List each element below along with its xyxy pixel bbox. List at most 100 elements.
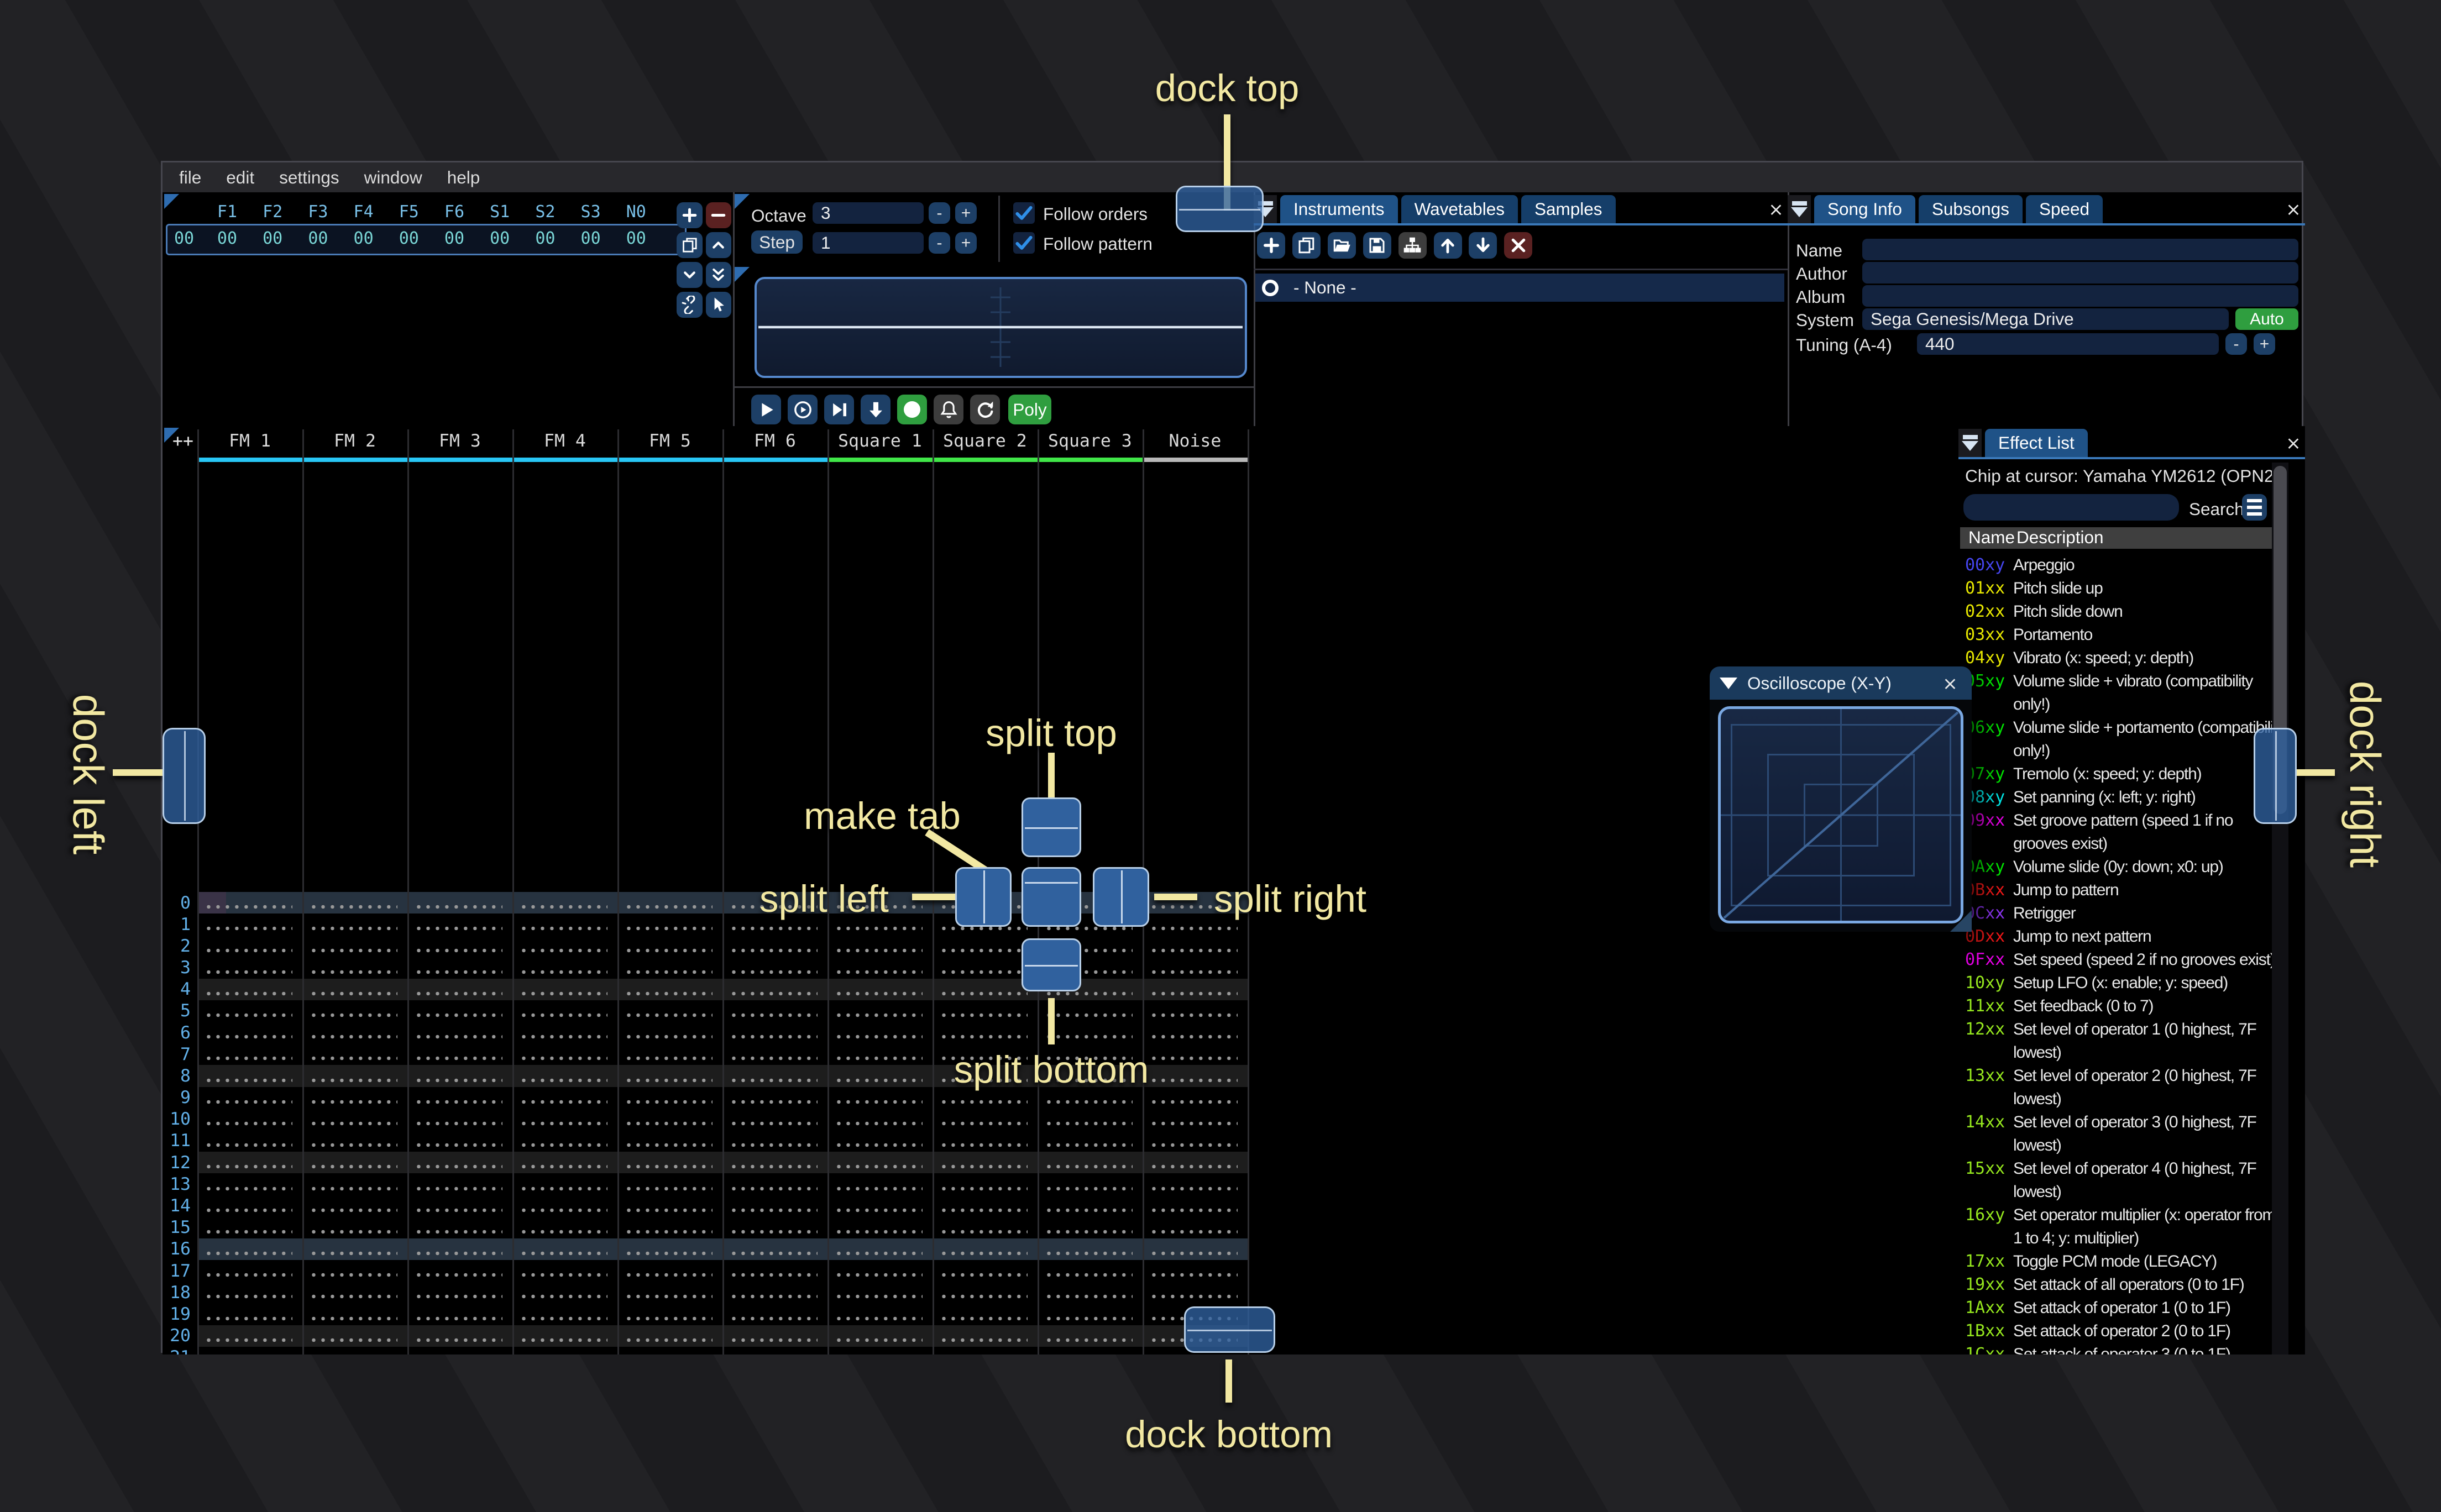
tab-instruments[interactable]: Instruments [1280,195,1398,223]
effect-row[interactable]: 08xy Set panning (x: left; y: right) [1965,786,2283,809]
effect-row[interactable]: 05xy Volume slide + vibrato (compatibilit… [1965,670,2283,716]
channel-header-fm-3[interactable]: FM 3 [407,431,512,451]
effect-row[interactable]: 1Cxx Set attack of operator 3 (0 to 1F) [1965,1343,2283,1355]
dock-left-target[interactable] [163,728,206,824]
oscilloscope-mini[interactable] [755,277,1247,378]
collapse-icon[interactable] [1720,677,1737,689]
effect-row[interactable]: 13xx Set level of operator 2 (0 highest, … [1965,1064,2283,1111]
make-tab-target[interactable] [1022,867,1081,927]
effect-row[interactable]: 14xx Set level of operator 3 (0 highest, … [1965,1111,2283,1157]
save-instrument-button[interactable] [1363,232,1391,259]
resize-grip[interactable] [1950,910,1972,932]
menu-help[interactable]: help [447,167,480,188]
channel-header-fm-4[interactable]: FM 4 [512,431,617,451]
channel-header-square-2[interactable]: Square 2 [933,431,1038,451]
effect-row[interactable]: 06xy Volume slide + portamento (compatibi… [1965,716,2286,763]
order-cell[interactable]: 00 [432,229,477,248]
play-button[interactable] [751,395,781,424]
effect-row[interactable]: 10xy Setup LFO (x: enable; y: speed) [1965,972,2283,995]
pattern-expand-button[interactable]: ++ [172,431,193,451]
order-row-number[interactable]: 00 [169,229,199,248]
tuning-plus-button[interactable]: + [2254,333,2275,355]
collapse-icon[interactable] [1788,195,1811,223]
tuning-minus-button[interactable]: - [2225,333,2247,355]
order-cell[interactable]: 00 [386,229,432,248]
order-cell[interactable]: 00 [250,229,295,248]
step-minus-button[interactable]: - [929,232,950,254]
edit-record-toggle-button[interactable] [897,395,927,424]
move-instrument-down-button[interactable] [1469,232,1497,259]
tab-subsongs[interactable]: Subsongs [1918,195,2023,223]
channel-header-fm-5[interactable]: FM 5 [617,431,722,451]
polyphony-toggle[interactable]: Poly [1008,395,1051,424]
order-cell[interactable]: 00 [614,229,659,248]
scrollbar[interactable] [2272,463,2288,1355]
step-button[interactable]: Step [751,230,803,254]
order-cell[interactable]: 00 [522,229,568,248]
author-field[interactable] [1862,262,2298,284]
oscilloscope-xy-titlebar[interactable]: Oscilloscope (X-Y) × [1710,666,1972,700]
tab-wavetables[interactable]: Wavetables [1401,195,1518,223]
close-icon[interactable]: × [2282,195,2305,223]
effect-row[interactable]: 1Bxx Set attack of operator 2 (0 to 1F) [1965,1320,2283,1343]
follow-pattern-checkbox[interactable] [1013,232,1035,254]
step-input[interactable]: 1 [813,232,924,254]
order-cell[interactable]: 00 [205,229,250,248]
split-right-target[interactable] [1093,867,1149,927]
collapse-icon[interactable] [1958,429,1982,457]
move-order-down-button[interactable] [677,262,703,288]
octave-input[interactable]: 3 [813,202,924,224]
tab-effect-list[interactable]: Effect List [1985,429,2088,457]
effect-row[interactable]: 02xx Pitch slide down [1965,600,2283,623]
close-icon[interactable]: × [2282,429,2305,457]
close-icon[interactable]: × [1764,195,1788,223]
delete-instrument-button[interactable] [1504,232,1533,259]
dock-top-target[interactable] [1176,186,1264,232]
effect-row[interactable]: 0Cxx Retrigger [1965,902,2283,925]
dock-bottom-target[interactable] [1184,1306,1275,1353]
oscilloscope-xy-window[interactable]: Oscilloscope (X-Y) × [1710,666,1972,932]
play-from-cursor-button[interactable] [824,395,854,424]
tab-speed[interactable]: Speed [2025,195,2103,223]
hamburger-menu-icon[interactable] [2242,494,2267,521]
effect-row[interactable]: 01xx Pitch slide up [1965,577,2283,600]
duplicate-order-end-button[interactable] [705,262,731,288]
effect-row[interactable]: 0Dxx Jump to next pattern [1965,925,2283,948]
panel-separator[interactable] [733,192,735,426]
change-all-orders-button[interactable] [677,292,703,318]
effect-row[interactable]: 11xx Set feedback (0 to 7) [1965,995,2283,1018]
tuning-field[interactable]: 440 [1917,333,2219,355]
close-icon[interactable]: × [1939,669,1962,697]
instrument-list-item[interactable]: - None - [1255,274,1784,302]
channel-header-square-1[interactable]: Square 1 [827,431,933,451]
effect-row[interactable]: 0Fxx Set speed (speed 2 if no grooves exi… [1965,948,2283,972]
effect-row[interactable]: 1Axx Set attack of operator 1 (0 to 1F) [1965,1296,2283,1320]
effect-row[interactable]: 0Axy Volume slide (0y: down; x0: up) [1965,855,2283,879]
effect-row[interactable]: 12xx Set level of operator 1 (0 highest, … [1965,1018,2283,1064]
follow-orders-checkbox[interactable] [1013,202,1035,224]
dock-right-target[interactable] [2254,728,2297,824]
order-cell[interactable]: 00 [477,229,522,248]
split-left-target[interactable] [955,867,1012,927]
menu-file[interactable]: file [179,167,201,188]
effect-row[interactable]: 15xx Set level of operator 4 (0 highest, … [1965,1157,2283,1204]
toggle-folders-button[interactable] [1398,232,1427,259]
order-cell[interactable]: 00 [295,229,341,248]
effect-row[interactable]: 04xy Vibrato (x: speed; y: depth) [1965,647,2283,670]
system-auto-button[interactable]: Auto [2235,308,2298,330]
effect-row[interactable]: 07xy Tremolo (x: speed; y: depth) [1965,763,2283,786]
step-plus-button[interactable]: + [955,232,977,254]
order-cell[interactable]: 00 [341,229,386,248]
channel-header-fm-6[interactable]: FM 6 [722,431,827,451]
effect-row[interactable]: 03xx Portamento [1965,623,2283,647]
duplicate-order-button[interactable] [677,232,703,258]
duplicate-instrument-button[interactable] [1292,232,1321,259]
add-instrument-button[interactable] [1257,232,1285,259]
split-bottom-target[interactable] [1022,938,1081,991]
octave-minus-button[interactable]: - [929,202,950,224]
tab-song-info[interactable]: Song Info [1814,195,1915,223]
effect-row[interactable]: 09xx Set groove pattern (speed 1 if no gr… [1965,809,2283,855]
split-top-target[interactable] [1022,797,1081,857]
tab-samples[interactable]: Samples [1521,195,1616,223]
channel-header-fm-1[interactable]: FM 1 [197,431,302,451]
